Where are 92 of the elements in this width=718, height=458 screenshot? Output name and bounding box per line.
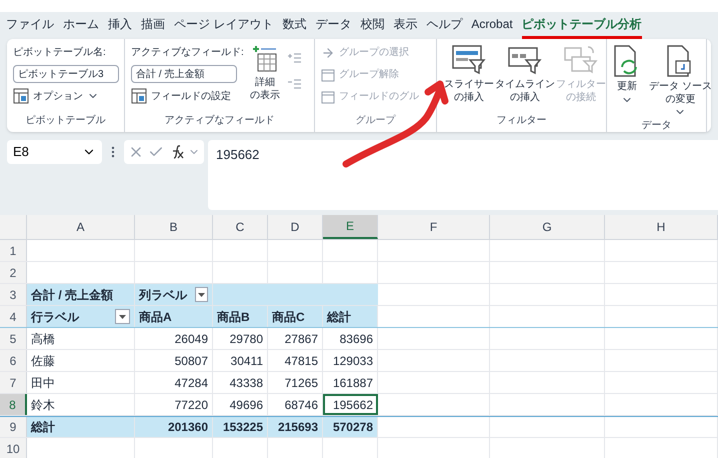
group-label: ピボットテーブル — [26, 114, 106, 128]
table-cell — [323, 284, 378, 305]
table-cell: 鈴木 — [27, 394, 135, 415]
table-cell: 77220 — [135, 394, 213, 415]
column-header-cell: 商品B — [213, 306, 268, 327]
table-cell: 201360 — [135, 417, 213, 437]
table-cell: 29780 — [213, 328, 268, 349]
column-header-cell: 商品A — [135, 306, 213, 327]
table-cell: 161887 — [323, 372, 378, 393]
column-header[interactable]: A — [27, 215, 135, 239]
ribbon-tab[interactable]: ホーム — [63, 12, 99, 39]
expand-field-icon[interactable] — [288, 53, 301, 63]
row-header[interactable]: 6 — [0, 350, 27, 371]
active-field-field[interactable]: 合計 / 売上金額 — [131, 65, 237, 83]
table-cell: 26049 — [135, 328, 213, 349]
table-cell: 50807 — [135, 350, 213, 371]
data-ribbon-button[interactable]: データ ソース の変更 — [649, 45, 712, 118]
table-cell: 高橋 — [27, 328, 135, 349]
column-header[interactable]: E — [323, 215, 378, 239]
field-label: ピボットテーブル名: — [13, 46, 107, 60]
table-cell: 49696 — [213, 394, 268, 415]
options-button[interactable]: オプション — [13, 88, 119, 104]
ungroup-icon — [321, 68, 335, 82]
column-header[interactable]: H — [605, 215, 718, 239]
table-cell: 30411 — [213, 350, 268, 371]
ribbon-tab[interactable]: 表示 — [393, 12, 418, 39]
row-header[interactable]: 7 — [0, 372, 27, 393]
group-label: グループ — [356, 114, 396, 128]
ribbon-tab[interactable]: Acrobat — [471, 12, 513, 39]
row-labels-text: 行ラベル — [31, 308, 79, 326]
name-box[interactable]: E8 — [7, 140, 102, 164]
table-cell: 129033 — [323, 350, 378, 371]
table-icon — [13, 88, 29, 104]
timeline-icon — [508, 45, 542, 75]
table-cell: 71265 — [268, 372, 323, 393]
filter-dropdown-button[interactable] — [115, 309, 130, 324]
table-cell: 27867 — [268, 328, 323, 349]
filter-connection-icon — [564, 45, 598, 75]
ribbon-tab[interactable]: ページ レイアウト — [174, 12, 274, 39]
calendar-icon — [321, 90, 335, 104]
row-header[interactable]: 2 — [0, 262, 27, 283]
collapse-field-icon[interactable] — [288, 79, 301, 89]
column-header[interactable]: F — [378, 215, 490, 239]
row-header[interactable]: 4 — [0, 306, 27, 327]
column-header[interactable]: C — [213, 215, 268, 239]
column-header-cell: 商品C — [268, 306, 323, 327]
active-cell: 195662 — [323, 394, 378, 415]
table-cell: 47284 — [135, 372, 213, 393]
formula-field[interactable]: 195662 — [208, 140, 718, 210]
table-cell: 43338 — [213, 372, 268, 393]
group-label: データ — [642, 119, 672, 133]
ribbon-tab[interactable]: データ — [315, 12, 352, 39]
caret-icon — [119, 314, 126, 318]
field-settings-button[interactable]: フィールドの設定 — [131, 88, 244, 104]
table-cell: 215693 — [268, 417, 323, 437]
group-label: アクティブなフィールド — [164, 114, 274, 128]
row-header[interactable]: 9 — [0, 417, 27, 437]
table-cell: 田中 — [27, 372, 135, 393]
pivot-name-field[interactable]: ピボットテーブル3 — [13, 65, 119, 83]
column-header[interactable]: G — [490, 215, 605, 239]
column-labels-text: 列ラベル — [139, 286, 187, 304]
table-cell: 47815 — [268, 350, 323, 371]
ribbon-tab[interactable]: ファイル — [6, 12, 54, 39]
row-header[interactable]: 1 — [0, 240, 27, 261]
ribbon-tab[interactable]: 描画 — [141, 12, 165, 39]
show-details-button[interactable]: 詳細 の表示 — [250, 45, 280, 113]
row-header[interactable]: 10 — [0, 438, 27, 458]
table-cell: 総計 — [27, 417, 135, 437]
table-cell: 570278 — [323, 417, 378, 437]
row-header[interactable]: 5 — [0, 328, 27, 349]
field-label: アクティブなフィールド: — [131, 46, 244, 60]
caret-icon — [198, 292, 205, 296]
table-cell: 83696 — [323, 328, 378, 349]
add-table-icon — [252, 45, 278, 73]
filter-ribbon-button[interactable]: スライサー の挿入 — [443, 45, 495, 113]
row-header[interactable]: 3 — [0, 284, 27, 305]
ribbon-tab[interactable]: ヘルプ — [426, 12, 462, 39]
ribbon-tab[interactable]: 数式 — [282, 12, 306, 39]
filter-dropdown-button[interactable] — [195, 287, 208, 302]
table-cell: 68746 — [268, 394, 323, 415]
row-header[interactable]: 8 — [0, 394, 27, 415]
column-header[interactable]: B — [135, 215, 213, 239]
data-ribbon-button[interactable]: 更新 — [613, 45, 641, 118]
ribbon-tab[interactable]: 校閲 — [360, 12, 384, 39]
ribbon-tab[interactable]: 挿入 — [108, 12, 132, 39]
settings-icon — [131, 88, 147, 104]
pivot-value-label: 合計 / 売上金額 — [31, 286, 114, 304]
table-cell: 153225 — [213, 417, 268, 437]
group-label: フィルター — [496, 114, 546, 128]
column-header-cell: 総計 — [323, 306, 378, 327]
slicer-icon — [452, 45, 486, 75]
table-cell: 佐藤 — [27, 350, 135, 371]
